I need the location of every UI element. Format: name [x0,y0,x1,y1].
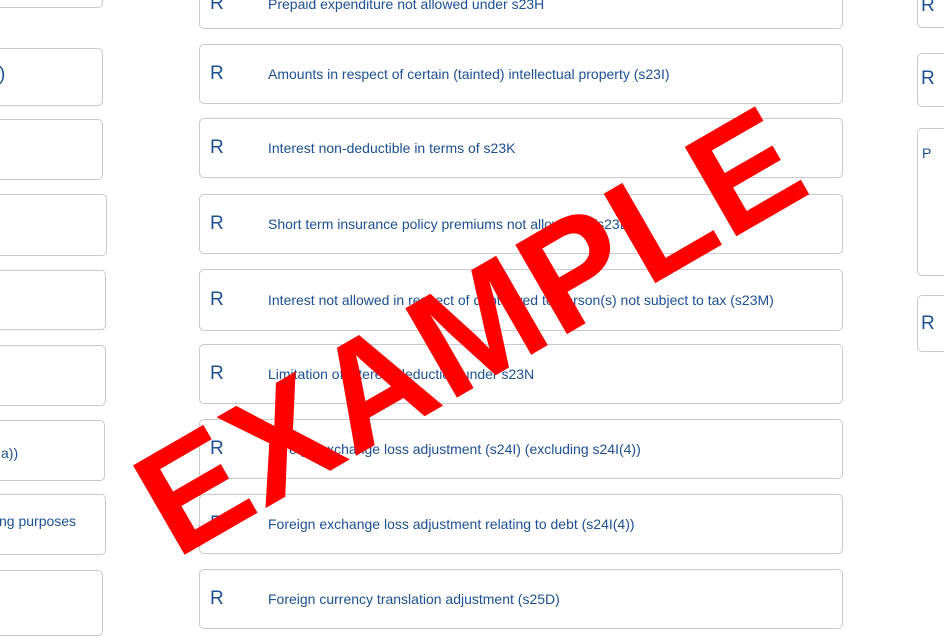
left-box-5[interactable] [0,270,106,330]
right-prefix: R [921,0,935,16]
row-label: Short term insurance policy premiums not… [268,216,633,232]
row-prefix: R [210,0,224,14]
row-prefix: R [210,63,224,84]
left-box-7[interactable]: a)) [0,420,105,481]
left-box-4[interactable] [0,194,107,256]
left-fragment-a: a)) [1,445,19,461]
right-box-1[interactable]: R [917,0,944,28]
row-prepaid-expenditure-s23h[interactable]: R Prepaid expenditure not allowed under … [199,0,843,29]
left-box-8[interactable]: ng purposes [0,494,106,555]
row-prefix: R [210,289,224,310]
right-fragment-p: P [922,145,932,161]
row-label: Prepaid expenditure not allowed under s2… [268,0,545,12]
row-prefix: R [210,363,224,384]
left-box-3[interactable] [0,119,103,180]
row-label: Foreign exchange loss adjustment (s24I) … [268,441,641,457]
row-short-term-insurance-s23l[interactable]: R Short term insurance policy premiums n… [199,194,843,254]
right-box-2[interactable]: R [917,53,944,107]
row-interest-not-allowed-s23m[interactable]: R Interest not allowed in respect of deb… [199,269,843,331]
right-prefix: R [921,313,935,334]
row-prefix: R [210,438,224,459]
row-interest-non-deductible-s23k[interactable]: R Interest non-deductible in terms of s2… [199,118,843,178]
row-label: Interest not allowed in respect of debt … [268,292,774,308]
left-fragment-paren: ) [0,64,5,86]
left-box-1[interactable] [0,0,103,8]
row-prefix: R [210,588,224,609]
row-label: Amounts in respect of certain (tainted) … [268,66,670,82]
right-prefix: R [921,68,935,89]
right-box-3[interactable]: P [917,128,944,276]
row-foreign-exchange-loss-debt-s24i4[interactable]: R Foreign exchange loss adjustment relat… [199,494,843,554]
left-fragment-purposes: ng purposes [0,513,77,529]
left-box-6[interactable] [0,345,106,406]
row-label: Interest non-deductible in terms of s23K [268,140,516,156]
row-label: Limitation of interest deduction under s… [268,366,535,382]
left-box-9[interactable] [0,570,103,636]
row-prefix: R [210,137,224,158]
right-box-4[interactable]: R [917,295,944,352]
row-prefix: R [210,213,224,234]
row-label: Foreign exchange loss adjustment relatin… [268,516,635,532]
row-prefix: R [210,513,224,534]
row-limitation-interest-s23n[interactable]: R Limitation of interest deduction under… [199,344,843,404]
left-box-2[interactable]: ) [0,48,103,106]
row-foreign-currency-translation-s25d[interactable]: R Foreign currency translation adjustmen… [199,569,843,629]
row-label: Foreign currency translation adjustment … [268,591,560,607]
row-tainted-intellectual-property-s23i[interactable]: R Amounts in respect of certain (tainted… [199,44,843,104]
row-foreign-exchange-loss-s24i[interactable]: R Foreign exchange loss adjustment (s24I… [199,419,843,479]
